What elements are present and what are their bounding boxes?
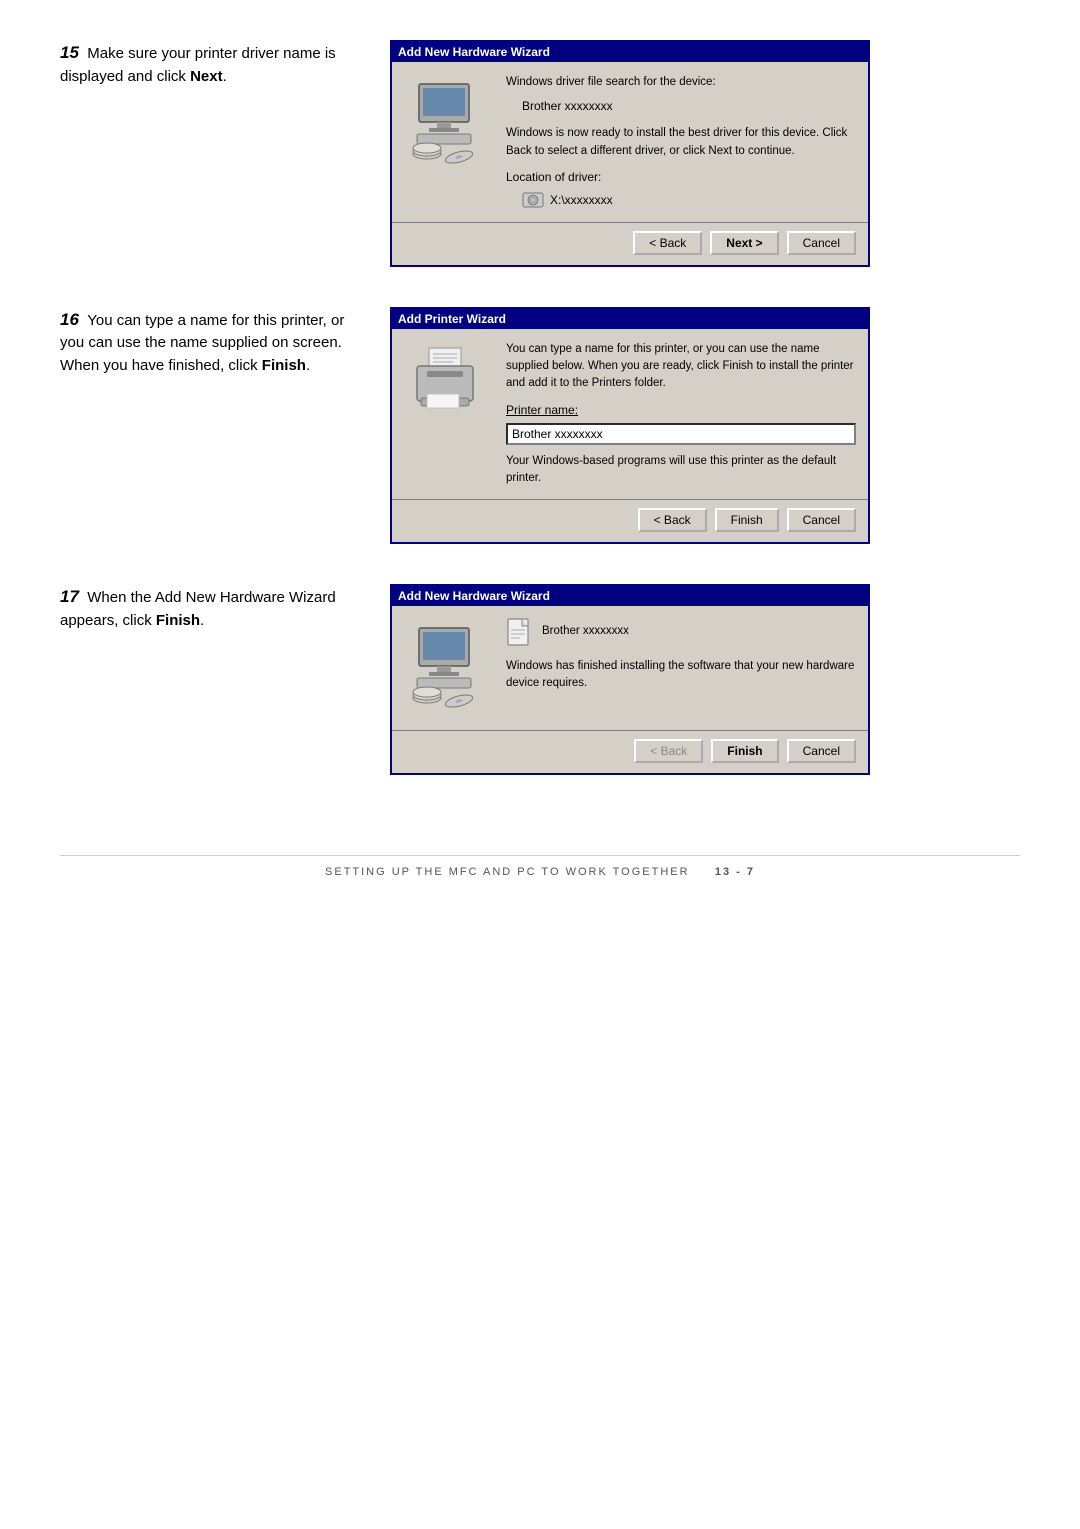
dialog-3-footer: < Back Finish Cancel [392, 730, 868, 773]
step-15-number: 15 [60, 43, 79, 62]
dialog-2-default-text: Your Windows-based programs will use thi… [506, 453, 856, 488]
dialog-1-body: Windows driver file search for the devic… [392, 62, 868, 222]
dialog-2-title: Add Printer Wizard [398, 312, 506, 326]
dialog-3-title: Add New Hardware Wizard [398, 589, 550, 603]
dialog-2-text-area: You can type a name for this printer, or… [506, 341, 856, 487]
dialog-1-driver-name: Brother xxxxxxxx [522, 97, 856, 115]
dialog-2-icon-area [404, 341, 494, 441]
dialog-3-icon-area [404, 618, 494, 718]
dialog-3-cancel-button[interactable]: Cancel [787, 739, 856, 763]
dialog-1-icon-area [404, 74, 494, 174]
dialog-1-body-text: Windows is now ready to install the best… [506, 125, 856, 160]
dialog-3-body-text: Windows has finished installing the soft… [506, 658, 856, 693]
dialog-1-location-text: X:\xxxxxxxx [550, 191, 613, 209]
dialog-3-text-area: Brother xxxxxxxx Windows has finished in… [506, 618, 856, 693]
dialog-2-finish-button[interactable]: Finish [715, 508, 779, 532]
cd-drive-icon [522, 190, 544, 210]
dialog-3-body: Brother xxxxxxxx Windows has finished in… [392, 606, 868, 730]
dialog-1-location-value: X:\xxxxxxxx [522, 190, 856, 210]
footer-label: SETTING UP THE MFC AND PC TO WORK TOGETH… [325, 866, 690, 878]
dialog-1-titlebar: Add New Hardware Wizard [392, 42, 868, 62]
dialog-1-text-area: Windows driver file search for the devic… [506, 74, 856, 210]
dialog-2-back-button[interactable]: < Back [638, 508, 707, 532]
dialog-2-titlebar: Add Printer Wizard [392, 309, 868, 329]
footer-page: 13 - 7 [715, 866, 755, 878]
dialog-2-cancel-button[interactable]: Cancel [787, 508, 856, 532]
step-17-text: 17 When the Add New Hardware Wizard appe… [60, 584, 360, 632]
computer-icon [409, 79, 489, 169]
step-17-number: 17 [60, 587, 79, 606]
dialog-2-body-text: You can type a name for this printer, or… [506, 341, 856, 393]
step-15-keyword: Next [190, 68, 223, 85]
dialog-add-printer-wizard: Add Printer Wizard [390, 307, 870, 544]
dialog-2-body: You can type a name for this printer, or… [392, 329, 868, 499]
step-16-text: 16 You can type a name for this printer,… [60, 307, 360, 378]
step-16-number: 16 [60, 310, 79, 329]
dialog-1-next-button[interactable]: Next > [710, 231, 778, 255]
document-icon [506, 618, 534, 646]
dialog-3-driver-row: Brother xxxxxxxx [506, 618, 856, 646]
dialog-3-titlebar: Add New Hardware Wizard [392, 586, 868, 606]
dialog-3-back-button[interactable]: < Back [634, 739, 703, 763]
computer-icon-2 [409, 623, 489, 713]
dialog-3-finish-button[interactable]: Finish [711, 739, 778, 763]
page-content: 15 Make sure your printer driver name is… [60, 40, 1020, 878]
step-17-row: 17 When the Add New Hardware Wizard appe… [60, 584, 1020, 775]
dialog-1-location-label: Location of driver: [506, 168, 856, 186]
step-16-keyword: Finish [262, 357, 306, 374]
step-17-keyword: Finish [156, 612, 200, 629]
step-16-row: 16 You can type a name for this printer,… [60, 307, 1020, 544]
step-15-text: 15 Make sure your printer driver name is… [60, 40, 360, 88]
dialog-1-intro: Windows driver file search for the devic… [506, 74, 856, 91]
dialog-3-driver-name: Brother xxxxxxxx [542, 623, 629, 640]
dialog-1-cancel-button[interactable]: Cancel [787, 231, 856, 255]
dialog-1-back-button[interactable]: < Back [633, 231, 702, 255]
dialog-1-title: Add New Hardware Wizard [398, 45, 550, 59]
dialog-1-footer: < Back Next > Cancel [392, 222, 868, 265]
dialog-2-printer-input[interactable] [506, 423, 856, 445]
dialog-add-hardware-wizard-1: Add New Hardware Wizard [390, 40, 870, 267]
step-15-row: 15 Make sure your printer driver name is… [60, 40, 1020, 267]
printer-icon [409, 346, 489, 436]
footer: SETTING UP THE MFC AND PC TO WORK TOGETH… [60, 855, 1020, 878]
dialog-2-printer-label: Printer name: [506, 401, 856, 419]
dialog-2-footer: < Back Finish Cancel [392, 499, 868, 542]
dialog-add-hardware-wizard-2: Add New Hardware Wizard [390, 584, 870, 775]
